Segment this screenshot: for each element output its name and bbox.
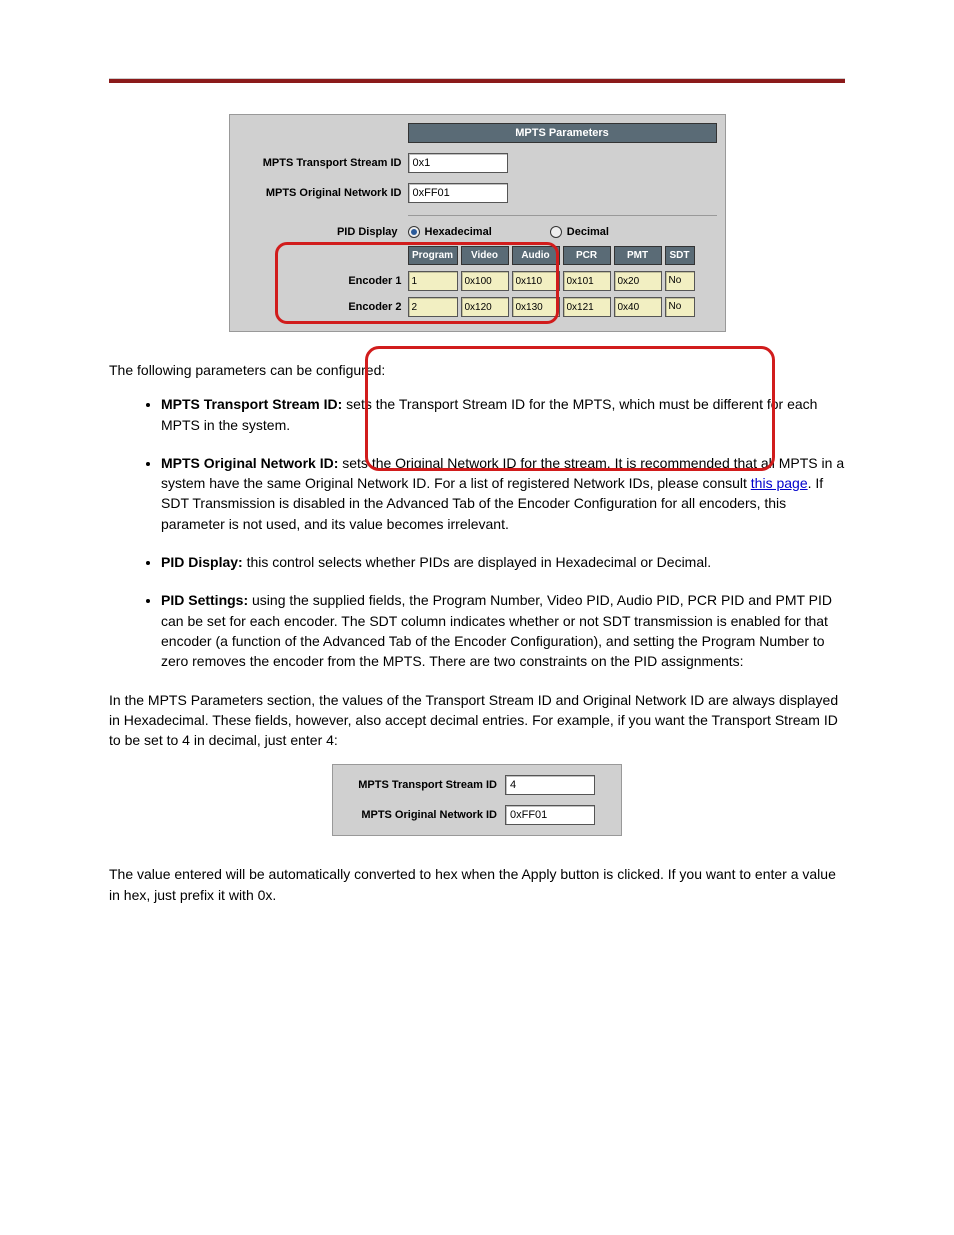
radio-decimal[interactable]: Decimal xyxy=(550,226,609,238)
registered-ids-link[interactable]: this page xyxy=(751,475,808,491)
col-pcr: PCR xyxy=(563,246,611,265)
radio-hex-label: Hexadecimal xyxy=(425,226,492,238)
onid-input[interactable] xyxy=(408,183,508,203)
intro-text: The following parameters can be configur… xyxy=(109,360,845,380)
small-tsid-input[interactable] xyxy=(505,775,595,795)
col-pmt: PMT xyxy=(614,246,662,265)
tsid-input[interactable] xyxy=(408,153,508,173)
enc1-pmt-input[interactable] xyxy=(614,271,662,291)
mpts-small-panel: MPTS Transport Stream ID MPTS Original N… xyxy=(332,764,622,836)
bullet-1: MPTS Transport Stream ID: sets the Trans… xyxy=(161,394,845,435)
mpts-parameters-header: MPTS Parameters xyxy=(408,123,717,143)
tsid-label: MPTS Transport Stream ID xyxy=(238,157,408,169)
small-onid-label: MPTS Original Network ID xyxy=(343,809,505,821)
col-sdt: SDT xyxy=(665,246,695,265)
enc2-pcr-input[interactable] xyxy=(563,297,611,317)
enc2-program-input[interactable] xyxy=(408,297,458,317)
encoder1-label: Encoder 1 xyxy=(238,275,408,287)
small-tsid-label: MPTS Transport Stream ID xyxy=(343,779,505,791)
enc2-pmt-input[interactable] xyxy=(614,297,662,317)
pid-display-label: PID Display xyxy=(238,226,408,238)
bullet-3: PID Display: this control selects whethe… xyxy=(161,552,845,572)
onid-label: MPTS Original Network ID xyxy=(238,187,408,199)
col-program: Program xyxy=(408,246,458,265)
small-onid-input[interactable] xyxy=(505,805,595,825)
col-audio: Audio xyxy=(512,246,560,265)
radio-dec-label: Decimal xyxy=(567,226,609,238)
enc2-video-input[interactable] xyxy=(461,297,509,317)
col-video: Video xyxy=(461,246,509,265)
radio-icon xyxy=(408,226,420,238)
bullet-2: MPTS Original Network ID: sets the Origi… xyxy=(161,453,845,534)
mpts-parameters-panel: MPTS Parameters MPTS Transport Stream ID… xyxy=(229,114,726,332)
radio-icon xyxy=(550,226,562,238)
enc1-program-input[interactable] xyxy=(408,271,458,291)
encoder2-label: Encoder 2 xyxy=(238,301,408,313)
enc2-audio-input[interactable] xyxy=(512,297,560,317)
enc1-pcr-input[interactable] xyxy=(563,271,611,291)
enc1-sdt-cell: No xyxy=(665,271,695,291)
body-text-2: The value entered will be automatically … xyxy=(109,864,845,905)
paragraph-hex-note: In the MPTS Parameters section, the valu… xyxy=(109,690,845,751)
paragraph-apply-note: The value entered will be automatically … xyxy=(109,864,845,905)
enc2-sdt-cell: No xyxy=(665,297,695,317)
enc1-audio-input[interactable] xyxy=(512,271,560,291)
header-divider xyxy=(109,78,845,84)
section-divider xyxy=(408,215,717,216)
enc1-video-input[interactable] xyxy=(461,271,509,291)
body-text: The following parameters can be configur… xyxy=(109,360,845,750)
bullet-4: PID Settings: using the supplied fields,… xyxy=(161,590,845,671)
radio-hexadecimal[interactable]: Hexadecimal xyxy=(408,226,492,238)
